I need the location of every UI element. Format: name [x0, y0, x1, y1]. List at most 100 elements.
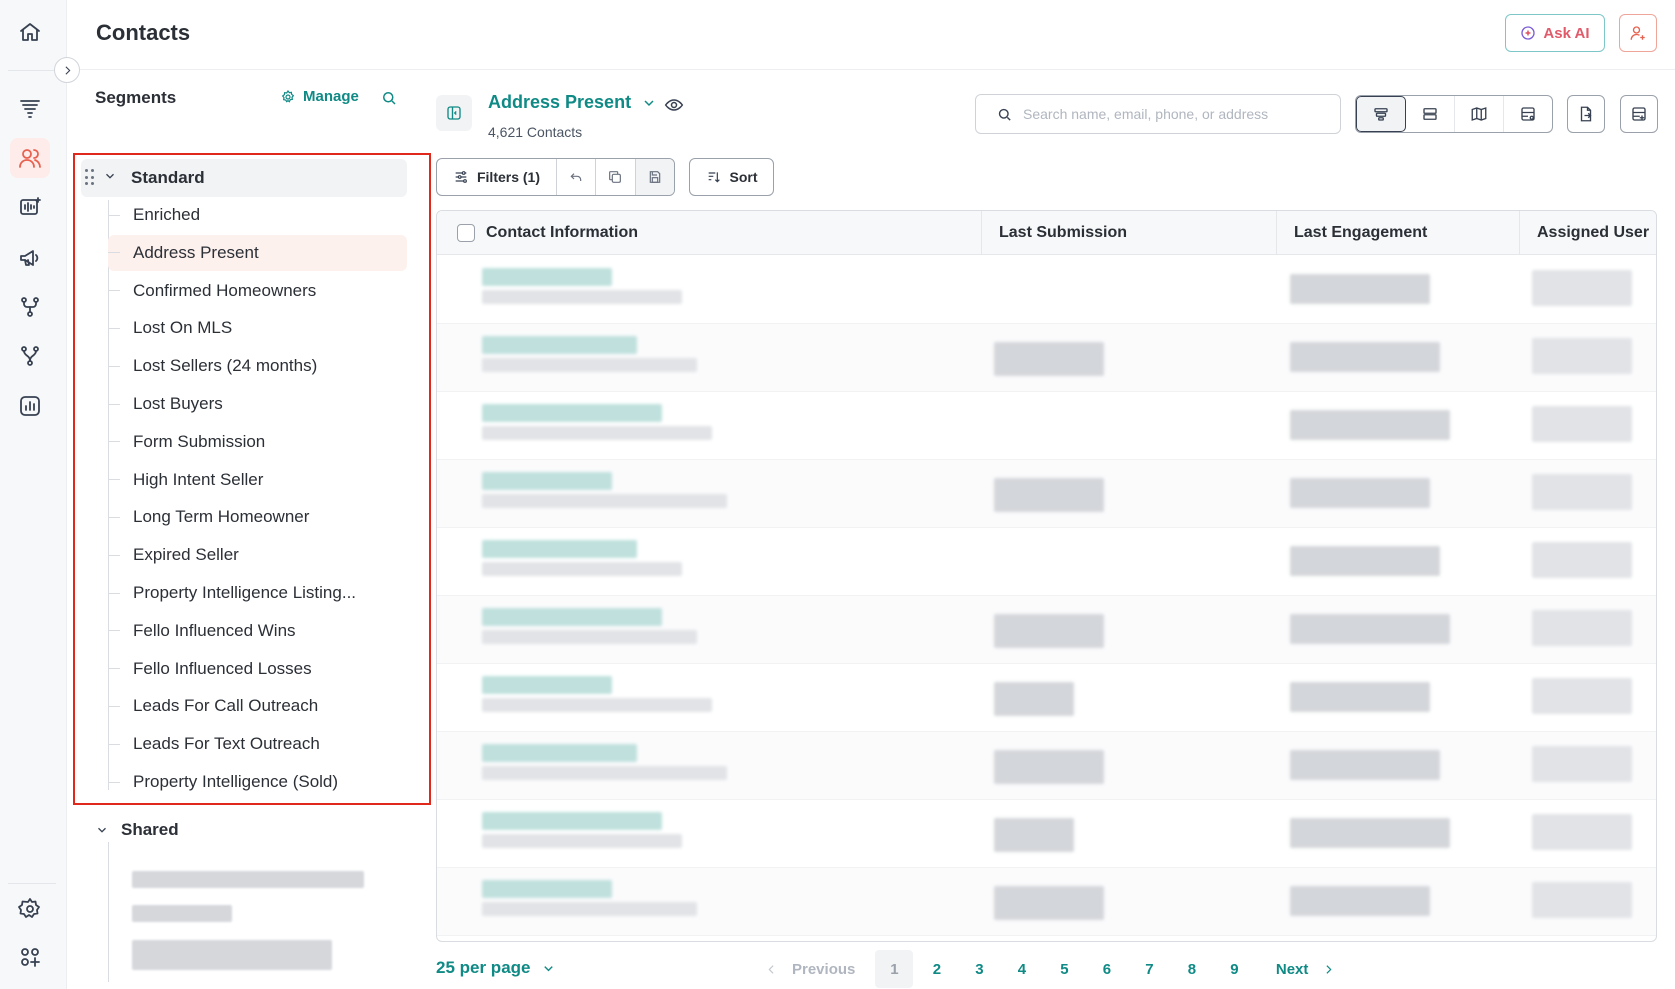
next-page-button[interactable]: Next	[1276, 961, 1336, 978]
segment-item[interactable]: Property Intelligence (Sold)	[108, 764, 407, 800]
redacted-cell	[482, 880, 612, 898]
page-number-button[interactable]: 5	[1045, 950, 1083, 988]
segment-item[interactable]: Confirmed Homeowners	[108, 273, 407, 309]
segment-item[interactable]: Lost On MLS	[108, 310, 407, 346]
copy-icon	[609, 171, 622, 183]
select-all-checkbox[interactable]	[457, 224, 475, 242]
contact-search-input[interactable]	[1023, 106, 1323, 122]
segment-item-label: Fello Influenced Losses	[133, 658, 312, 678]
table-row[interactable]	[437, 324, 1656, 392]
save-segment-button[interactable]	[635, 159, 674, 195]
segment-item-label: Address Present	[133, 242, 259, 262]
segment-item[interactable]: Fello Influenced Losses	[108, 651, 407, 687]
segment-item[interactable]: Fello Influenced Wins	[108, 613, 407, 649]
page-number-button[interactable]: 8	[1173, 950, 1211, 988]
page-number-button[interactable]: 2	[918, 950, 956, 988]
megaphone-icon[interactable]	[10, 238, 50, 278]
sort-icon	[708, 172, 720, 183]
redacted-cell	[1532, 406, 1632, 442]
redacted-cell	[1290, 478, 1430, 508]
columns-button[interactable]	[1620, 95, 1658, 133]
ai-sparkle-icon	[1521, 26, 1536, 40]
table-row[interactable]	[437, 460, 1656, 528]
settings-icon[interactable]	[10, 889, 50, 929]
segment-selector[interactable]: Address Present	[488, 92, 657, 113]
standard-group-header[interactable]: Standard	[81, 159, 407, 197]
shared-segment-item[interactable]	[132, 905, 232, 922]
segment-item[interactable]: High Intent Seller	[108, 462, 407, 498]
column-header-label: Last Engagement	[1294, 224, 1428, 241]
home-icon[interactable]	[10, 12, 50, 52]
segment-item[interactable]: Lost Sellers (24 months)	[108, 348, 407, 384]
view-mode-toggle	[1355, 95, 1553, 133]
segment-item[interactable]: Long Term Homeowner	[108, 499, 407, 535]
redacted-cell	[482, 494, 727, 508]
table-row[interactable]	[437, 596, 1656, 664]
list-view-button[interactable]	[1406, 96, 1455, 132]
page-number-button[interactable]: 9	[1215, 950, 1253, 988]
shared-segment-item[interactable]	[132, 871, 364, 888]
table-settings-button[interactable]	[1504, 96, 1552, 132]
map-view-button[interactable]	[1455, 96, 1504, 132]
undo-button[interactable]	[557, 159, 597, 195]
branch-icon[interactable]	[10, 336, 50, 376]
list-view-icon	[1423, 108, 1437, 120]
voice-ai-icon[interactable]	[10, 188, 50, 228]
filters-button[interactable]: Filters (1)	[437, 159, 557, 195]
redacted-cell	[1290, 410, 1450, 440]
table-row[interactable]	[437, 868, 1656, 936]
funnel-icon[interactable]	[10, 88, 50, 128]
segment-item-label: Fello Influenced Wins	[133, 620, 296, 640]
eye-icon[interactable]	[664, 95, 684, 115]
page-number-button[interactable]: 3	[960, 950, 998, 988]
workflow-icon[interactable]	[10, 287, 50, 327]
analytics-icon[interactable]	[10, 386, 50, 426]
page-number-button[interactable]: 1	[875, 950, 914, 988]
contacts-table: Contact Information Last Submission Last…	[436, 210, 1657, 942]
search-icon	[998, 108, 1011, 121]
column-header-contact-information[interactable]: Contact Information	[437, 211, 982, 255]
expand-sidebar-button[interactable]	[54, 57, 80, 83]
segment-item[interactable]: Form Submission	[108, 424, 407, 460]
funnel-view-button[interactable]	[1356, 96, 1406, 132]
page-number-button[interactable]: 7	[1130, 950, 1168, 988]
table-row[interactable]	[437, 528, 1656, 596]
column-header-last-engagement[interactable]: Last Engagement	[1277, 211, 1520, 255]
column-header-last-submission[interactable]: Last Submission	[982, 211, 1277, 255]
previous-page-button[interactable]: Previous	[765, 961, 855, 978]
page-number-button[interactable]: 6	[1088, 950, 1126, 988]
page-number-button[interactable]: 4	[1003, 950, 1041, 988]
chevron-down-icon[interactable]	[103, 169, 121, 187]
ask-ai-button[interactable]: Ask AI	[1505, 14, 1605, 52]
sort-button[interactable]: Sort	[689, 158, 774, 196]
segment-item[interactable]: Enriched	[108, 197, 407, 233]
top-header: Contacts Ask AI	[67, 0, 1675, 70]
segment-item[interactable]: Expired Seller	[108, 537, 407, 573]
contacts-icon[interactable]	[10, 138, 50, 178]
manage-segments-button[interactable]: Manage	[280, 88, 359, 105]
segment-item-label: Lost On MLS	[133, 318, 233, 338]
segment-item[interactable]: Leads For Call Outreach	[108, 688, 407, 724]
segment-search-icon[interactable]	[380, 89, 398, 107]
table-row[interactable]	[437, 256, 1656, 324]
redacted-cell	[482, 744, 637, 762]
table-row[interactable]	[437, 664, 1656, 732]
shared-group-header[interactable]: Shared	[95, 820, 179, 840]
segment-item[interactable]: Property Intelligence Listing...	[108, 575, 407, 611]
duplicate-button[interactable]	[596, 159, 636, 195]
redacted-cell	[1290, 886, 1430, 916]
table-row[interactable]	[437, 732, 1656, 800]
segment-item[interactable]: Leads For Text Outreach	[108, 726, 407, 762]
drag-handle-icon[interactable]	[85, 169, 95, 187]
segment-item[interactable]: Lost Buyers	[108, 386, 407, 422]
export-button[interactable]	[1567, 95, 1605, 133]
shared-segment-item[interactable]	[132, 940, 332, 970]
table-row[interactable]	[437, 392, 1656, 460]
add-contact-button[interactable]	[1619, 14, 1657, 52]
per-page-selector[interactable]: 25 per page	[436, 958, 556, 978]
table-row[interactable]	[437, 800, 1656, 868]
column-header-assigned-user[interactable]: Assigned User	[1520, 211, 1656, 255]
segment-item[interactable]: Address Present	[108, 234, 407, 271]
toggle-segments-panel-button[interactable]	[436, 95, 472, 131]
apps-icon[interactable]	[10, 937, 50, 977]
